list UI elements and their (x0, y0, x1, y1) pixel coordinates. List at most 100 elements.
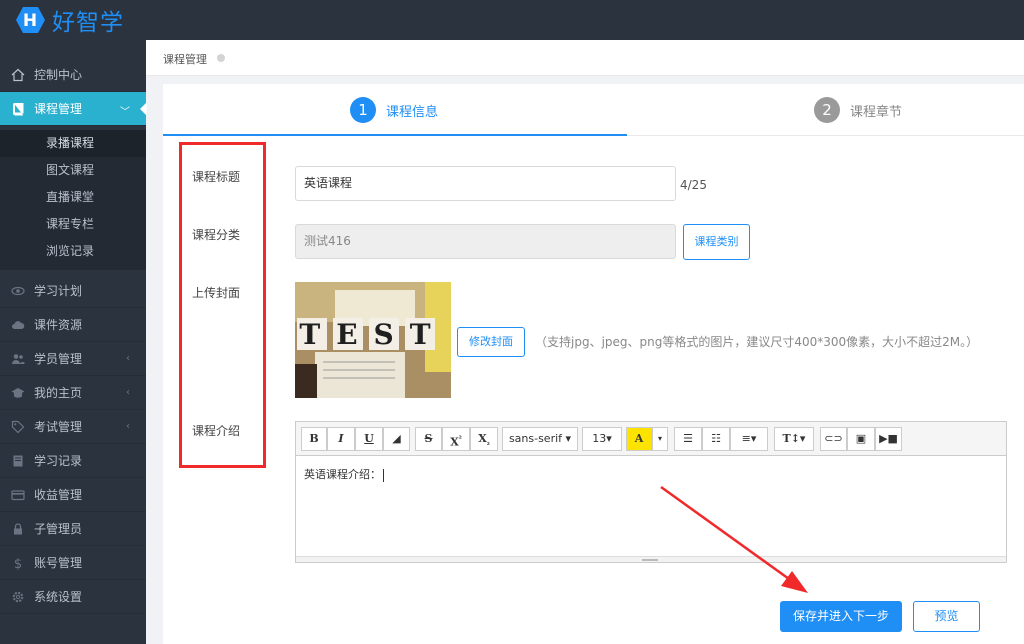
sidebar: 控制中心 课程管理 ﹀ 录播课程 图文课程 直播课堂 课程专栏 浏览记录 学习计… (0, 40, 147, 644)
dollar-icon: $ (11, 556, 25, 570)
font-size-select[interactable]: 13▾ (582, 427, 622, 451)
sidebar-item-sub-admins[interactable]: 子管理员 (0, 512, 146, 546)
rich-text-editor[interactable]: B I U ◢ S X² X₂ sans-serif ▾ 13▾ A ▾ ☰ ☷… (295, 421, 1007, 563)
sidebar-item-exams[interactable]: 考试管理 ‹ (0, 410, 146, 444)
sidebar-item-system-settings[interactable]: 系统设置 (0, 580, 146, 614)
sidebar-item-dashboard[interactable]: 控制中心 (0, 58, 146, 92)
underline-button[interactable]: U (355, 427, 383, 451)
numbered-list-icon[interactable]: ☷ (702, 427, 730, 451)
sidebar-item-label: 考试管理 (34, 420, 83, 434)
course-title-input[interactable]: 英语课程 (295, 166, 676, 201)
sidebar-item-label: 收益管理 (34, 488, 83, 502)
step-indicator: 1 课程信息 2 课程章节 (163, 84, 1024, 136)
image-icon[interactable]: ▣ (847, 427, 875, 451)
course-intro-label: 课程介绍 (192, 424, 241, 438)
text-caret (383, 468, 384, 482)
italic-button[interactable]: I (327, 427, 355, 451)
submenu-item-live-classroom[interactable]: 直播课堂 (0, 184, 146, 211)
sidebar-item-courseware[interactable]: 课件资源 (0, 308, 146, 342)
sidebar-item-label: 学习计划 (34, 284, 83, 298)
cover-image-text: TEST (299, 318, 446, 351)
align-icon[interactable]: ≡▾ (730, 427, 768, 451)
eye-icon (11, 284, 25, 298)
step-number: 2 (814, 97, 840, 123)
bold-button[interactable]: B (301, 427, 327, 451)
bullet-list-icon[interactable]: ☰ (674, 427, 702, 451)
sidebar-item-label: 子管理员 (34, 522, 83, 536)
brand-name: 好智学 (52, 10, 124, 36)
preview-button[interactable]: 预览 (913, 601, 980, 632)
breadcrumb-current[interactable]: 课程管理 (163, 51, 207, 67)
sidebar-item-study-records[interactable]: 学习记录 (0, 444, 146, 478)
chevron-left-icon: ‹ (126, 387, 130, 398)
lock-icon (11, 522, 25, 536)
resize-grip-icon (642, 559, 658, 561)
svg-text:H: H (23, 11, 37, 31)
submenu-course-management: 录播课程 图文课程 直播课堂 课程专栏 浏览记录 (0, 130, 146, 270)
sidebar-item-label: 系统设置 (34, 590, 83, 604)
active-step-underline (163, 134, 627, 136)
course-title-label: 课程标题 (192, 170, 241, 184)
step-label: 课程章节 (850, 104, 903, 120)
cover-format-hint: （支持jpg、jpeg、png等格式的图片，建议尺寸400*300像素，大小不超… (535, 335, 979, 349)
sidebar-item-label: 学习记录 (34, 454, 83, 468)
users-icon (11, 352, 25, 366)
font-family-select[interactable]: sans-serif ▾ (502, 427, 578, 451)
strikethrough-button[interactable]: S (415, 427, 442, 451)
chevron-down-icon: ﹀ (120, 107, 130, 118)
submenu-item-browse-history[interactable]: 浏览记录 (0, 238, 146, 265)
sidebar-item-label: 账号管理 (34, 556, 83, 570)
home-icon (11, 68, 25, 82)
superscript-label: X (450, 435, 459, 449)
video-icon[interactable]: ▶■ (875, 427, 902, 451)
superscript-button[interactable]: X² (442, 427, 470, 451)
save-and-next-button[interactable]: 保存并进入下一步 (780, 601, 902, 632)
logo-mark-icon: H (14, 5, 46, 35)
top-bar: H 好智学 (0, 0, 1024, 40)
sidebar-item-accounts[interactable]: $ 账号管理 (0, 546, 146, 580)
chevron-left-icon: ‹ (126, 421, 130, 432)
font-color-button[interactable]: A (626, 427, 652, 451)
breadcrumb: 课程管理 (146, 40, 1024, 76)
cover-image: TEST (295, 282, 451, 398)
subscript-label: X (478, 432, 487, 445)
active-pointer (140, 102, 147, 116)
heading-select[interactable]: T↕▾ (774, 427, 814, 451)
link-icon[interactable]: ⊂⊃ (820, 427, 847, 451)
cloud-icon (11, 318, 25, 332)
sidebar-item-label: 课件资源 (34, 318, 83, 332)
editor-content-area[interactable]: 英语课程介绍： (296, 456, 1006, 556)
sidebar-item-revenue[interactable]: 收益管理 (0, 478, 146, 512)
sidebar-item-course-management[interactable]: 课程管理 ﹀ (0, 92, 147, 126)
sidebar-item-label: 我的主页 (34, 386, 83, 400)
breadcrumb-close-dot[interactable] (217, 54, 225, 62)
credit-card-icon (11, 488, 25, 502)
brand-logo[interactable]: H 好智学 (14, 5, 124, 36)
notebook-icon (11, 454, 25, 468)
change-cover-button[interactable]: 修改封面 (457, 327, 525, 357)
step-course-info[interactable]: 1 课程信息 (350, 97, 438, 123)
sidebar-item-label: 课程管理 (34, 102, 83, 116)
course-category-button[interactable]: 课程类别 (683, 224, 750, 260)
eraser-icon[interactable]: ◢ (383, 427, 410, 451)
step-course-chapters[interactable]: 2 课程章节 (814, 97, 902, 123)
sidebar-item-my-homepage[interactable]: 我的主页 ‹ (0, 376, 146, 410)
step-number: 1 (350, 97, 376, 123)
submenu-item-course-columns[interactable]: 课程专栏 (0, 211, 146, 238)
editor-resize-handle[interactable] (296, 556, 1006, 562)
sidebar-item-study-plan[interactable]: 学习计划 (0, 274, 146, 308)
submenu-item-article-courses[interactable]: 图文课程 (0, 157, 146, 184)
svg-text:$: $ (14, 557, 22, 570)
submenu-item-recorded-courses[interactable]: 录播课程 (0, 130, 146, 157)
sidebar-item-students[interactable]: 学员管理 ‹ (0, 342, 146, 376)
sidebar-item-label: 控制中心 (34, 68, 83, 82)
tag-icon (11, 420, 25, 434)
upload-cover-label: 上传封面 (192, 286, 241, 300)
title-char-counter: 4/25 (680, 178, 707, 192)
chevron-left-icon: ‹ (126, 353, 130, 364)
course-category-label: 课程分类 (192, 228, 241, 242)
font-color-dropdown-icon[interactable]: ▾ (652, 427, 668, 451)
annotation-red-box (179, 142, 266, 468)
subscript-button[interactable]: X₂ (470, 427, 498, 451)
course-category-field: 测试416 (295, 224, 676, 259)
